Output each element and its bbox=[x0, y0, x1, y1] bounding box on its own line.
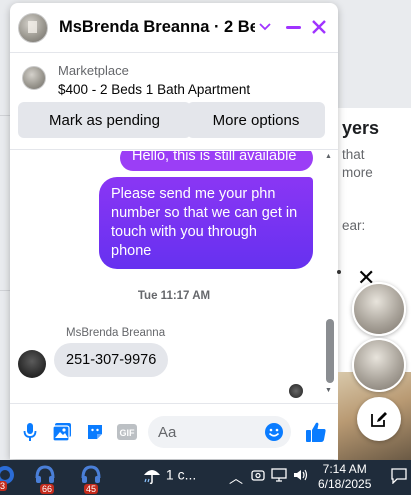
minimize-icon bbox=[285, 25, 301, 29]
photo-icon[interactable] bbox=[50, 420, 74, 444]
sender-avatar[interactable] bbox=[18, 350, 46, 378]
background-text: ear: bbox=[342, 218, 366, 233]
umbrella-icon bbox=[144, 470, 160, 485]
emoji-icon[interactable] bbox=[264, 422, 284, 447]
camera-icon[interactable] bbox=[251, 468, 265, 485]
notification-badge: 3 bbox=[0, 481, 8, 491]
scrollbar-thumb[interactable] bbox=[326, 319, 334, 383]
chat-window: MsBrenda Breanna · 2 Bed... Marketplace … bbox=[10, 3, 338, 459]
background-heading: yers bbox=[342, 118, 380, 138]
clock-time: 7:14 AM bbox=[322, 462, 367, 476]
message-input-box[interactable] bbox=[148, 416, 291, 448]
incoming-message[interactable]: 251-307-9976 bbox=[54, 343, 169, 377]
volume-icon[interactable] bbox=[293, 468, 309, 485]
microphone-icon[interactable] bbox=[18, 420, 42, 444]
sender-name: MsBrenda Breanna bbox=[66, 327, 166, 339]
clock-date: 6/18/2025 bbox=[318, 477, 372, 491]
taskbar-app[interactable]: 45 bbox=[80, 464, 102, 494]
taskbar-app[interactable]: 3 bbox=[0, 464, 16, 491]
seen-avatar-icon bbox=[289, 384, 303, 398]
taskbar-app[interactable]: 66 bbox=[34, 464, 56, 494]
chat-head[interactable] bbox=[352, 338, 406, 392]
notification-badge: 66 bbox=[40, 484, 55, 494]
composer: GIF bbox=[10, 403, 338, 459]
more-options-button[interactable]: More options bbox=[187, 102, 325, 138]
compose-icon bbox=[371, 412, 387, 427]
message-timestamp: Tue 11:17 AM bbox=[137, 290, 211, 302]
chat-head[interactable] bbox=[352, 282, 406, 336]
background-text: more bbox=[342, 165, 373, 180]
mark-as-pending-button[interactable]: Mark as pending bbox=[18, 102, 191, 138]
chevron-down-icon[interactable] bbox=[253, 15, 277, 39]
minimize-button[interactable] bbox=[281, 15, 305, 39]
new-message-button[interactable] bbox=[357, 397, 401, 441]
chat-title[interactable]: MsBrenda Breanna · 2 Bed... bbox=[59, 18, 255, 37]
weather-widget[interactable]: 1 c... bbox=[142, 466, 196, 486]
gif-icon[interactable]: GIF bbox=[115, 420, 139, 444]
message-list[interactable]: Hello, this is still available Please se… bbox=[10, 151, 338, 401]
listing-thumbnail[interactable] bbox=[22, 66, 46, 90]
background-text: that bbox=[342, 147, 365, 162]
marketplace-label: Marketplace bbox=[58, 63, 129, 78]
system-clock[interactable]: 7:14 AM 6/18/2025 bbox=[318, 462, 371, 492]
notification-badge: 45 bbox=[84, 484, 99, 494]
close-icon bbox=[312, 20, 326, 34]
menu-dot bbox=[337, 270, 341, 274]
close-button[interactable] bbox=[307, 15, 331, 39]
notifications-icon[interactable] bbox=[391, 468, 407, 487]
contact-avatar[interactable] bbox=[18, 12, 48, 43]
weather-text: 1 c... bbox=[165, 466, 197, 483]
listing-title[interactable]: $400 - 2 Beds 1 Bath Apartment bbox=[58, 82, 250, 97]
network-icon[interactable] bbox=[271, 468, 287, 485]
thumbs-up-icon[interactable] bbox=[304, 420, 328, 444]
outgoing-message[interactable]: Hello, this is still available bbox=[120, 151, 313, 171]
outgoing-message[interactable]: Please send me your phn number so that w… bbox=[99, 177, 313, 269]
marketplace-listing: Marketplace $400 - 2 Beds 1 Bath Apartme… bbox=[10, 54, 338, 150]
scroll-down-icon[interactable]: ▼ bbox=[325, 387, 332, 394]
chat-header[interactable]: MsBrenda Breanna · 2 Bed... bbox=[10, 3, 338, 53]
message-input[interactable] bbox=[158, 422, 258, 442]
chevron-up-icon[interactable]: ︿ bbox=[229, 468, 243, 488]
sticker-icon[interactable] bbox=[83, 420, 107, 444]
svg-text:GIF: GIF bbox=[120, 428, 136, 438]
scroll-up-icon[interactable]: ▲ bbox=[325, 153, 332, 160]
taskbar: 3 66 45 1 c... ︿ 7:14 AM 6/18/2025 bbox=[0, 460, 411, 495]
